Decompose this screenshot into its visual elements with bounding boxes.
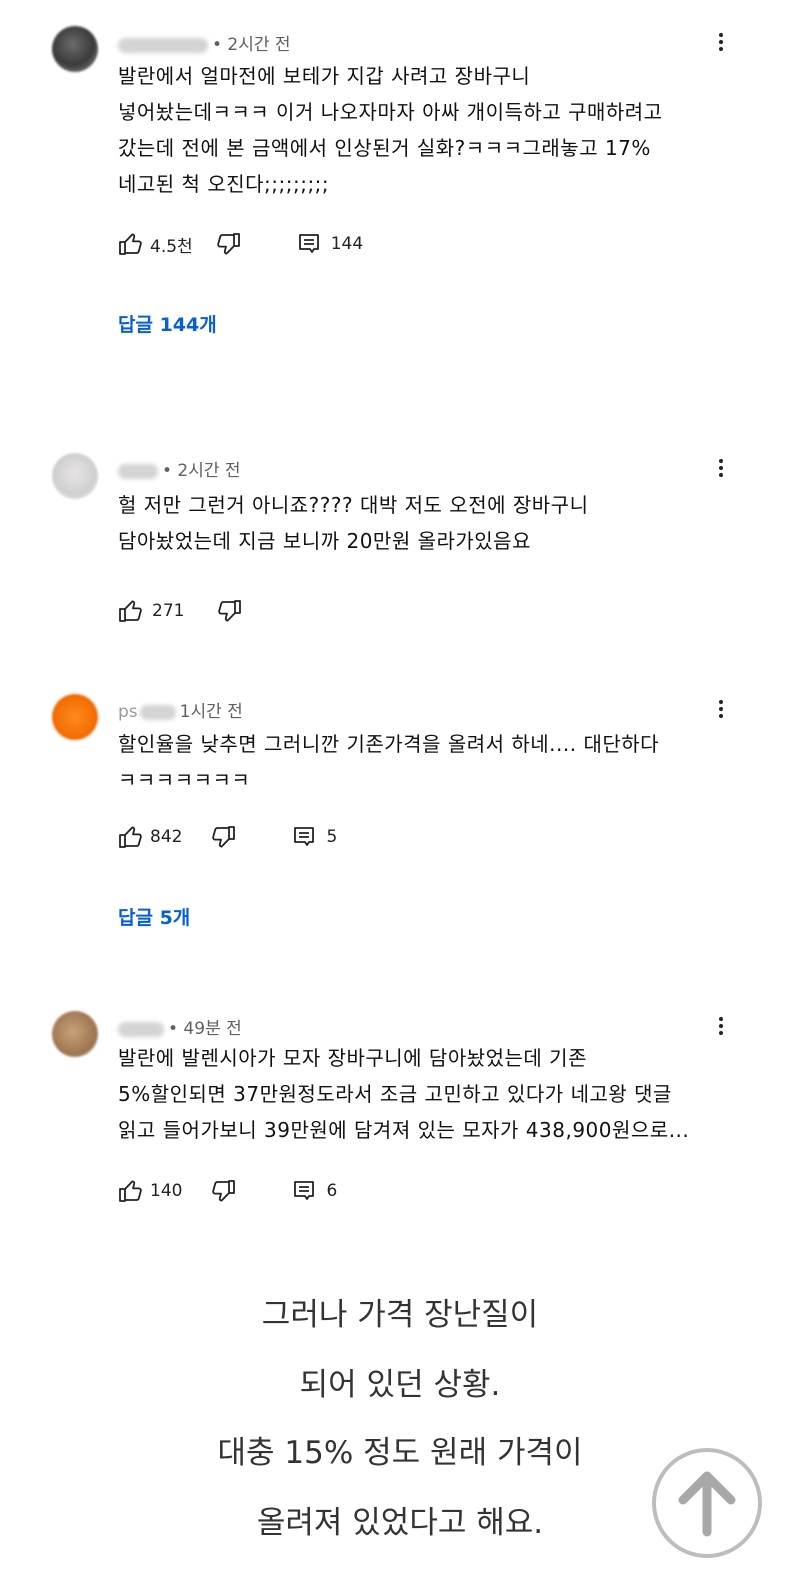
reply-count: 5 bbox=[326, 827, 338, 847]
arrow-up-icon bbox=[678, 1471, 736, 1537]
thumbs-down-icon bbox=[212, 826, 236, 848]
like-count: 140 bbox=[150, 1181, 183, 1201]
avatar[interactable] bbox=[52, 453, 98, 499]
reply-button[interactable]: 144 bbox=[297, 232, 363, 256]
more-vert-icon[interactable] bbox=[710, 1014, 732, 1040]
like-button[interactable]: 842 bbox=[118, 825, 182, 849]
like-button[interactable]: 140 bbox=[118, 1179, 182, 1203]
comment-text: 발란에서 얼마전에 보테가 지갑 사려고 장바구니 넣어놨는데ㅋㅋㅋ 이거 나오… bbox=[118, 64, 663, 196]
reply-count: 144 bbox=[330, 234, 364, 254]
reply-comment-icon bbox=[298, 234, 319, 253]
thumbs-up-icon bbox=[119, 826, 142, 848]
comment-actions: 140 6 bbox=[118, 1177, 337, 1205]
dislike-button[interactable] bbox=[216, 599, 242, 623]
comment-meta: ps 1시간 전 bbox=[118, 697, 243, 722]
view-replies-link[interactable]: 답글 144개 bbox=[118, 310, 217, 337]
reply-comment-icon bbox=[294, 827, 315, 846]
comment-meta: • 49분 전 bbox=[118, 1014, 242, 1039]
author-name-blurred[interactable] bbox=[118, 1021, 164, 1037]
comment-time: • 2시간 전 bbox=[212, 35, 291, 55]
comment-text: 발란에 발렌시아가 모자 장바구니에 담아놨었는데 기존 5%할인되면 37만원… bbox=[118, 1046, 690, 1142]
comment-meta: • 2시간 전 bbox=[118, 30, 291, 55]
comment-meta: • 2시간 전 bbox=[118, 456, 241, 481]
like-button[interactable]: 4.5천 bbox=[118, 232, 193, 257]
view-replies-link[interactable]: 답글 5개 bbox=[118, 903, 190, 930]
comment-actions: 842 5 bbox=[118, 823, 337, 851]
comment-time: 1시간 전 bbox=[179, 702, 243, 722]
like-button[interactable]: 271 bbox=[118, 599, 184, 623]
thumbs-up-icon bbox=[119, 1180, 142, 1202]
thumbs-down-icon bbox=[212, 1180, 236, 1202]
avatar[interactable] bbox=[52, 26, 98, 72]
like-count: 4.5천 bbox=[150, 236, 193, 257]
comment-text: 헐 저만 그런거 아니죠???? 대박 저도 오전에 장바구니 담아놨었는데 지… bbox=[118, 493, 589, 553]
reply-comment-icon bbox=[294, 1181, 315, 1200]
comment-actions: 271 bbox=[118, 597, 242, 625]
thumbs-down-icon bbox=[218, 600, 242, 622]
caption-line-1: 그러나 가격 장난질이 bbox=[261, 1297, 539, 1333]
avatar[interactable] bbox=[52, 694, 98, 740]
dislike-button[interactable] bbox=[210, 1179, 236, 1203]
thumbs-up-icon bbox=[119, 600, 142, 622]
reply-button[interactable]: 6 bbox=[292, 1179, 337, 1203]
reply-button[interactable]: 5 bbox=[292, 825, 337, 849]
author-name-blurred[interactable] bbox=[118, 37, 208, 53]
more-vert-icon[interactable] bbox=[710, 30, 732, 56]
reply-count: 6 bbox=[326, 1181, 338, 1201]
like-count: 271 bbox=[152, 601, 185, 621]
thumbs-up-icon bbox=[119, 233, 142, 255]
more-vert-icon[interactable] bbox=[710, 456, 732, 482]
caption-line-2: 되어 있던 상황. bbox=[299, 1367, 501, 1403]
comment-time: • 49분 전 bbox=[168, 1019, 242, 1039]
author-name-partial[interactable]: ps bbox=[118, 702, 138, 722]
scroll-top-button[interactable] bbox=[652, 1448, 762, 1558]
like-count: 842 bbox=[150, 827, 183, 847]
author-name-blurred[interactable] bbox=[118, 463, 158, 479]
comment-time: • 2시간 전 bbox=[162, 461, 241, 481]
dislike-button[interactable] bbox=[215, 232, 241, 256]
avatar[interactable] bbox=[52, 1011, 98, 1057]
more-vert-icon[interactable] bbox=[710, 697, 732, 723]
comment-text: 할인율을 낮추면 그러니깐 기존가격을 올려서 하네.... 대단하다 ㅋㅋㅋㅋ… bbox=[118, 732, 660, 792]
comment-actions: 4.5천 144 bbox=[118, 230, 363, 258]
thumbs-down-icon bbox=[216, 233, 240, 255]
author-name-blurred[interactable] bbox=[139, 704, 176, 720]
dislike-button[interactable] bbox=[210, 825, 236, 849]
